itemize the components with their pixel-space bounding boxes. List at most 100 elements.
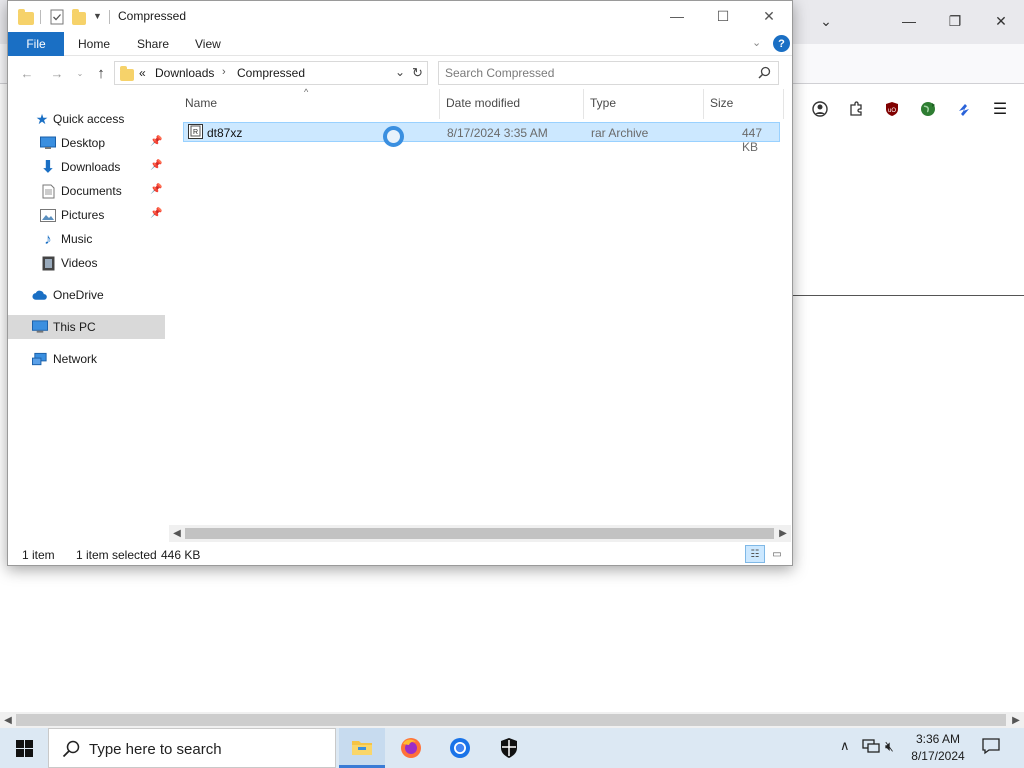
- sidebar-item-videos[interactable]: Videos: [8, 251, 165, 275]
- customize-quick-access-chevron-icon[interactable]: ▼: [93, 11, 102, 27]
- busy-cursor-icon: [383, 126, 404, 147]
- new-folder-icon[interactable]: [72, 9, 86, 25]
- start-button[interactable]: [0, 728, 48, 768]
- address-bar[interactable]: « Downloads › Compressed ⌄ ↻: [114, 61, 428, 85]
- pin-icon: 📌: [150, 136, 163, 147]
- tab-share[interactable]: Share: [127, 32, 179, 56]
- taskbar-file-explorer[interactable]: [339, 728, 385, 768]
- scrollbar-thumb[interactable]: [185, 528, 774, 539]
- sidebar-item-network[interactable]: Network: [8, 347, 165, 371]
- back-arrow-icon[interactable]: ←: [18, 64, 36, 82]
- sidebar-item-downloads[interactable]: ⬇ Downloads 📌: [8, 155, 165, 179]
- notification-center-icon[interactable]: [982, 737, 1000, 758]
- details-view-icon[interactable]: ☷: [745, 545, 765, 563]
- page-divider: [793, 295, 1024, 296]
- taskbar-security[interactable]: [486, 728, 532, 768]
- navigation-pane: ★ Quick access Desktop 📌 ⬇ Downloads 📌 D…: [8, 89, 168, 525]
- taskbar-search-box[interactable]: Type here to search: [48, 728, 336, 768]
- column-header-name[interactable]: Name: [185, 95, 217, 119]
- column-separator[interactable]: [703, 89, 704, 119]
- sidebar-item-this-pc[interactable]: This PC: [8, 315, 165, 339]
- recent-locations-chevron-icon[interactable]: ⌄: [71, 64, 89, 82]
- shield-icon: [501, 738, 517, 758]
- address-dropdown-chevron-icon[interactable]: ⌄: [395, 65, 405, 79]
- download-arrow-icon: ⬇: [41, 159, 55, 176]
- column-header-type[interactable]: Type: [590, 95, 616, 119]
- taskbar-search-placeholder: Type here to search: [89, 741, 222, 758]
- sidebar-item-onedrive[interactable]: OneDrive: [8, 283, 165, 307]
- folder-icon: [120, 66, 134, 81]
- scroll-right-arrow-icon[interactable]: ▶: [775, 525, 791, 542]
- table-row[interactable]: R dt87xz 8/17/2024 3:35 AM rar Archive 4…: [183, 122, 780, 154]
- sidebar-item-desktop[interactable]: Desktop 📌: [8, 131, 165, 155]
- volume-muted-icon[interactable]: 🔇︎: [885, 738, 894, 755]
- address-overflow[interactable]: «: [139, 66, 146, 80]
- expand-ribbon-chevron-icon[interactable]: ⌄: [752, 36, 761, 49]
- column-header-date-modified[interactable]: Date modified: [446, 95, 520, 119]
- sidebar-item-documents[interactable]: Documents 📌: [8, 179, 165, 203]
- search-box[interactable]: [438, 61, 779, 85]
- browser-restore-button[interactable]: ❐: [944, 10, 966, 32]
- breadcrumb-separator-icon: ›: [222, 66, 226, 78]
- breadcrumb-compressed[interactable]: Compressed: [237, 66, 305, 80]
- column-separator[interactable]: [439, 89, 440, 119]
- large-icons-view-icon[interactable]: ▭: [767, 545, 787, 563]
- sidebar-item-quick-access[interactable]: ★ Quick access: [8, 107, 165, 131]
- up-arrow-icon[interactable]: ↑: [92, 64, 110, 82]
- file-list-horizontal-scrollbar[interactable]: ◀ ▶: [169, 525, 791, 542]
- taskbar-clock[interactable]: 3:36 AM 8/17/2024: [906, 731, 970, 765]
- sidebar-item-label: Network: [53, 352, 98, 366]
- forward-arrow-icon[interactable]: →: [48, 64, 66, 82]
- column-separator[interactable]: [783, 89, 784, 119]
- scroll-left-arrow-icon[interactable]: ◀: [169, 525, 185, 542]
- pin-icon: 📌: [150, 184, 163, 195]
- clock-time: 3:36 AM: [915, 732, 961, 746]
- green-globe-extension-icon[interactable]: [918, 99, 938, 119]
- tab-view[interactable]: View: [185, 32, 231, 56]
- column-separator[interactable]: [583, 89, 584, 119]
- search-icon: [62, 740, 80, 761]
- title-bar: ▼ Compressed — ☐ ✕: [8, 1, 792, 32]
- file-size: 447 KB: [742, 126, 763, 154]
- properties-checkmark-icon[interactable]: [50, 9, 64, 25]
- sidebar-item-pictures[interactable]: Pictures 📌: [8, 203, 165, 227]
- blue-extension-icon[interactable]: [954, 99, 974, 119]
- file-explorer-icon: [352, 740, 372, 755]
- extensions-icon[interactable]: [846, 99, 866, 119]
- tab-home[interactable]: Home: [68, 32, 120, 56]
- scrollbar-thumb[interactable]: [16, 714, 1006, 726]
- maximize-button[interactable]: ☐: [700, 1, 746, 31]
- scroll-right-arrow-icon[interactable]: ▶: [1008, 712, 1024, 728]
- breadcrumb-downloads[interactable]: Downloads: [155, 66, 214, 80]
- windows-logo-icon: [15, 739, 33, 757]
- search-input[interactable]: [445, 65, 745, 81]
- help-icon[interactable]: ?: [773, 35, 790, 52]
- browser-horizontal-scrollbar[interactable]: ◀ ▶: [0, 712, 1024, 728]
- sidebar-item-label: Music: [61, 232, 93, 246]
- ublock-icon[interactable]: uO: [882, 99, 902, 119]
- browser-minimize-button[interactable]: —: [898, 10, 920, 32]
- network-icon: [32, 351, 48, 367]
- close-button[interactable]: ✕: [746, 1, 792, 31]
- hamburger-menu-icon[interactable]: ☰: [990, 99, 1010, 119]
- column-header-size[interactable]: Size: [710, 95, 733, 119]
- scroll-left-arrow-icon[interactable]: ◀: [0, 712, 16, 728]
- account-icon[interactable]: [810, 99, 830, 119]
- taskbar-firefox[interactable]: [388, 728, 434, 768]
- tab-file[interactable]: File: [8, 32, 64, 56]
- pin-icon: 📌: [150, 208, 163, 219]
- show-hidden-icons-chevron-icon[interactable]: ∧: [840, 738, 850, 754]
- network-status-icon[interactable]: [862, 738, 880, 757]
- browser-close-button[interactable]: ✕: [990, 10, 1012, 32]
- sidebar-item-label: This PC: [53, 320, 96, 334]
- refresh-icon[interactable]: ↻: [412, 65, 423, 81]
- list-all-tabs-chevron-icon[interactable]: ⌄: [815, 10, 837, 32]
- address-row: ← → ⌄ ↑ « Downloads › Compressed ⌄ ↻: [8, 57, 792, 89]
- sidebar-item-music[interactable]: ♪ Music: [8, 227, 165, 251]
- sort-ascending-icon: ^: [304, 87, 309, 97]
- selection-size: 446 KB: [161, 548, 201, 562]
- music-note-icon: ♪: [44, 230, 52, 248]
- taskbar-chrome[interactable]: [437, 728, 483, 768]
- minimize-button[interactable]: —: [654, 1, 700, 31]
- documents-icon: [40, 183, 56, 199]
